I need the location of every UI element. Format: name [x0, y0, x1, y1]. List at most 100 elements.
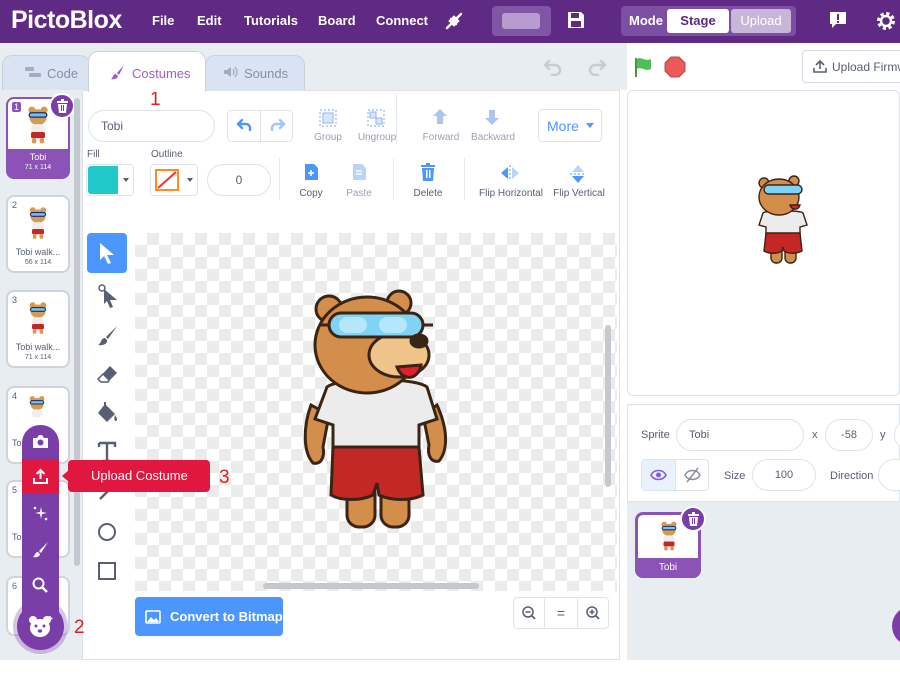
visibility-toggle	[641, 459, 709, 491]
costume-name-input[interactable]: Tobi	[88, 110, 215, 142]
direction-input[interactable]	[878, 459, 900, 491]
surprise-button[interactable]	[22, 497, 59, 531]
sprite-name-input[interactable]: Tobi	[676, 419, 804, 451]
costume-size: 56 x 114	[24, 259, 52, 266]
feedback-icon[interactable]	[828, 10, 848, 35]
outline-color-picker[interactable]	[150, 164, 198, 196]
toolbar-divider	[396, 94, 397, 144]
stop-icon[interactable]	[664, 56, 686, 83]
backward-icon	[485, 110, 499, 125]
copy-icon	[305, 164, 318, 180]
size-input[interactable]: 100	[752, 459, 816, 491]
outline-swatch	[155, 169, 179, 191]
mode-upload-button[interactable]: Upload	[731, 9, 791, 33]
tab-sounds[interactable]: Sounds	[205, 55, 305, 91]
more-button[interactable]: More	[538, 109, 602, 142]
paint-canvas[interactable]	[135, 233, 617, 591]
costume-name: Tobi walk...	[15, 342, 61, 352]
mode-label: Mode	[629, 13, 663, 28]
green-flag-icon[interactable]	[633, 56, 655, 83]
reshape-tool[interactable]	[87, 278, 127, 314]
costume-size: 71 x 114	[24, 164, 52, 171]
fill-swatch	[88, 166, 118, 194]
costume-number: 6	[12, 581, 18, 591]
toolbar-divider	[279, 158, 280, 200]
costume-tile-2[interactable]: 2 Tobi walk... 56 x 114	[6, 195, 70, 273]
bear-face-icon	[29, 616, 53, 637]
costume-tile-3[interactable]: 3 Tobi walk... 71 x 114	[6, 290, 70, 368]
zoom-in-button[interactable]	[577, 597, 609, 629]
canvas-vertical-scrollbar[interactable]	[605, 325, 611, 487]
speaker-icon	[223, 66, 239, 81]
choose-sprite-button[interactable]	[892, 606, 900, 646]
canvas-horizontal-scrollbar[interactable]	[263, 583, 479, 589]
menu-tutorials[interactable]: Tutorials	[244, 13, 298, 28]
costume-list-scrollbar[interactable]	[74, 98, 80, 566]
eraser-icon	[97, 366, 117, 383]
chevron-down-icon	[187, 178, 193, 182]
zoom-out-button[interactable]	[513, 597, 545, 629]
upload-costume-tooltip: Upload Costume	[68, 460, 210, 492]
rectangle-tool[interactable]	[87, 554, 127, 590]
flip-vertical-label: Flip Vertical	[553, 188, 605, 199]
upload-costume-button[interactable]	[22, 459, 59, 493]
stage-canvas[interactable]	[627, 90, 900, 396]
paint-bucket-icon	[98, 402, 118, 422]
project-title-field[interactable]	[492, 6, 551, 36]
rectangle-icon	[98, 562, 116, 580]
paint-editor: Tobi Group Ungroup Forward Backward More…	[82, 90, 620, 660]
copy-label: Copy	[299, 188, 323, 199]
mode-stage-button[interactable]: Stage	[667, 9, 729, 33]
costume-name: Tobi	[29, 152, 47, 162]
circle-tool[interactable]	[87, 514, 127, 550]
choose-costume-button[interactable]	[17, 603, 64, 650]
menu-edit[interactable]: Edit	[197, 13, 222, 28]
outline-width-input[interactable]: 0	[207, 164, 271, 196]
camera-button[interactable]	[22, 425, 59, 459]
global-redo-icon[interactable]	[587, 58, 607, 81]
upload-icon	[33, 468, 48, 484]
hide-sprite-button[interactable]	[676, 460, 709, 490]
show-sprite-button[interactable]	[642, 460, 676, 490]
convert-to-bitmap-label: Convert to Bitmap	[170, 609, 283, 624]
menu-connect[interactable]: Connect	[376, 13, 428, 28]
choose-costume-menu	[22, 425, 59, 625]
annotation-1: 1	[150, 89, 161, 110]
trash-icon	[57, 99, 68, 113]
stage-sprite-tobi[interactable]	[752, 175, 814, 267]
brush-icon	[111, 64, 125, 83]
reshape-icon	[98, 284, 117, 308]
tab-code[interactable]: Code	[2, 55, 90, 91]
fill-tool[interactable]	[87, 396, 127, 432]
zoom-reset-button[interactable]: =	[545, 597, 577, 629]
brush-tool[interactable]	[87, 318, 127, 354]
global-undo-icon[interactable]	[543, 58, 563, 81]
undo-button[interactable]	[228, 111, 261, 141]
upload-firmware-button[interactable]: Upload Firmw	[802, 50, 900, 83]
direction-label: Direction	[830, 470, 874, 482]
menu-board[interactable]: Board	[318, 13, 356, 28]
fill-color-picker[interactable]	[86, 164, 134, 196]
eraser-tool[interactable]	[87, 357, 127, 393]
paint-button[interactable]	[22, 533, 59, 567]
costume-thumbnail	[28, 106, 48, 144]
delete-costume-button[interactable]	[49, 93, 75, 119]
y-input[interactable]	[894, 419, 900, 451]
tab-code-label: Code	[47, 66, 79, 81]
menu-file[interactable]: File	[152, 13, 174, 28]
x-input[interactable]: -58	[825, 419, 873, 451]
trash-icon	[421, 163, 435, 181]
search-costume-button[interactable]	[22, 568, 59, 602]
costume-number: 3	[12, 295, 18, 305]
settings-gear-icon[interactable]	[875, 10, 897, 37]
chevron-down-icon	[586, 123, 594, 128]
extension-plug-icon[interactable]	[443, 10, 465, 37]
select-tool[interactable]	[87, 233, 127, 273]
redo-button[interactable]	[261, 111, 294, 141]
save-icon[interactable]	[566, 10, 586, 35]
delete-sprite-button[interactable]	[680, 506, 706, 532]
convert-to-bitmap-button[interactable]: Convert to Bitmap	[135, 597, 283, 636]
costume-thumbnail	[29, 302, 47, 334]
tab-costumes[interactable]: Costumes	[88, 51, 206, 92]
annotation-3: 3	[219, 467, 230, 488]
